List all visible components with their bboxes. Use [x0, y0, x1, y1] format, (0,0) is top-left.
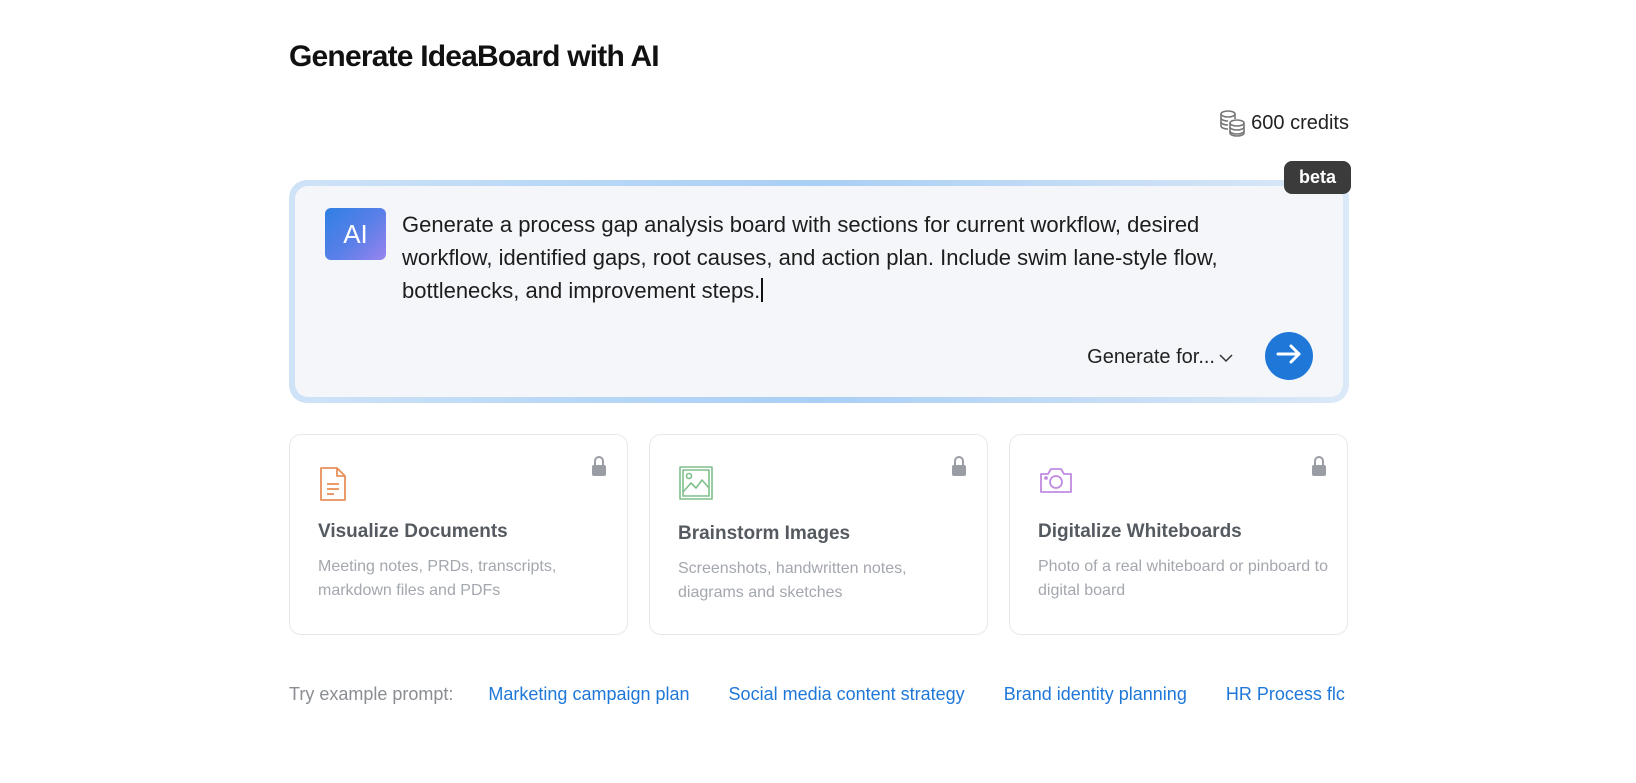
prompt-container: beta AI Generate a process gap analysis … — [289, 161, 1351, 403]
example-prompts: Try example prompt: Marketing campaign p… — [289, 684, 1349, 710]
lock-icon — [591, 455, 607, 482]
lock-icon — [1311, 455, 1327, 482]
camera-icon — [1038, 465, 1074, 500]
digitalize-whiteboards-card[interactable]: Digitalize Whiteboards Photo of a real w… — [1009, 434, 1348, 635]
prompt-input[interactable]: Generate a process gap analysis board wi… — [402, 208, 1282, 307]
visualize-documents-card[interactable]: Visualize Documents Meeting notes, PRDs,… — [289, 434, 628, 635]
page-title: Generate IdeaBoard with AI — [289, 40, 660, 73]
chevron-down-icon — [1219, 346, 1233, 369]
card-title: Digitalize Whiteboards — [1038, 521, 1242, 542]
example-prompts-label: Try example prompt: — [289, 684, 454, 704]
ai-badge: AI — [325, 208, 386, 260]
lock-icon — [951, 455, 967, 482]
generate-ideaboard-page: Generate IdeaBoard with AI 600 credits b… — [0, 0, 1636, 783]
card-title: Brainstorm Images — [678, 523, 851, 544]
example-prompt-link[interactable]: Marketing campaign plan — [488, 684, 689, 704]
image-icon — [678, 465, 714, 506]
credits-label: 600 credits — [1251, 111, 1349, 134]
card-title: Visualize Documents — [318, 521, 508, 542]
example-prompt-link[interactable]: Brand identity planning — [1004, 684, 1187, 704]
generate-for-dropdown[interactable]: Generate for... — [1087, 346, 1233, 369]
credits-indicator: 600 credits — [1217, 108, 1349, 138]
generate-submit-button[interactable] — [1265, 332, 1313, 380]
brainstorm-images-card[interactable]: Brainstorm Images Screenshots, handwritt… — [649, 434, 988, 635]
example-prompt-link[interactable]: HR Process flc — [1226, 684, 1345, 704]
coins-stack-icon — [1217, 108, 1247, 138]
text-caret — [761, 278, 764, 302]
import-options: Visualize Documents Meeting notes, PRDs,… — [289, 434, 1348, 635]
generate-for-label: Generate for... — [1087, 346, 1215, 368]
card-description: Photo of a real whiteboard or pinboard t… — [1038, 558, 1328, 599]
example-prompt-link[interactable]: Social media content strategy — [729, 684, 965, 704]
beta-badge: beta — [1283, 161, 1351, 194]
prompt-box[interactable]: beta AI Generate a process gap analysis … — [295, 161, 1351, 397]
card-description: Meeting notes, PRDs, transcripts, markdo… — [318, 558, 557, 599]
card-description: Screenshots, handwritten notes, diagrams… — [678, 560, 907, 601]
arrow-right-icon — [1276, 344, 1302, 369]
prompt-text-value: Generate a process gap analysis board wi… — [402, 212, 1218, 303]
document-icon — [318, 465, 348, 508]
